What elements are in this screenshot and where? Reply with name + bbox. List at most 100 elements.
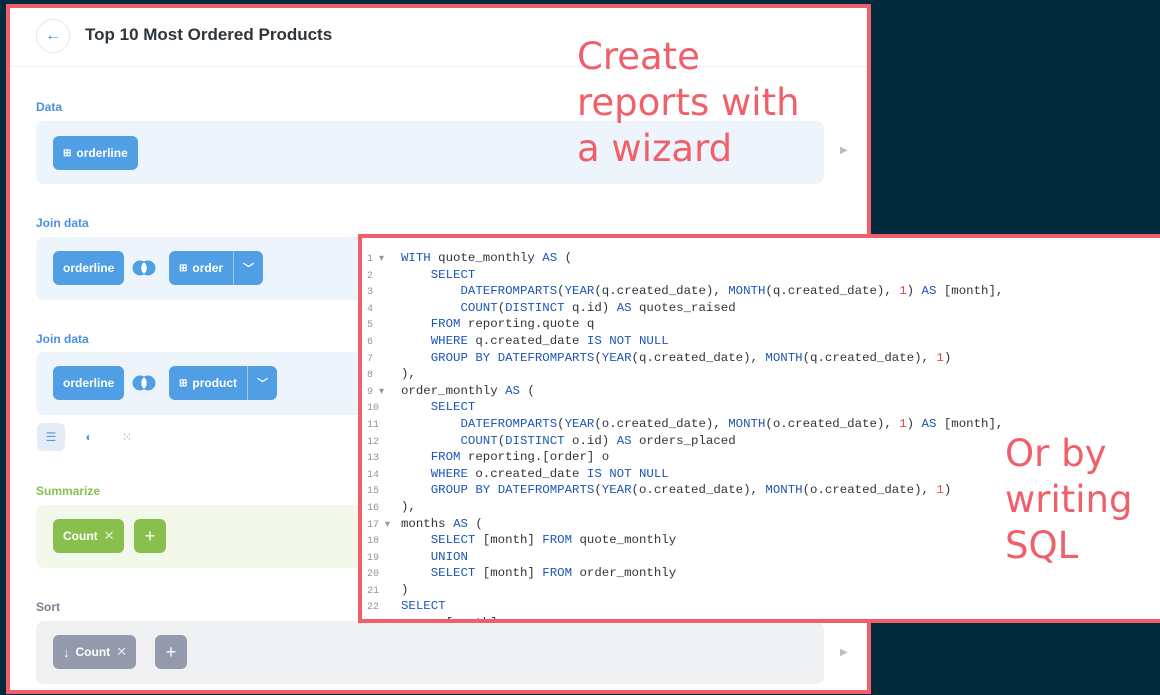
code-text: UNION: [430, 549, 468, 564]
code-text: ): [401, 582, 409, 597]
line-number: 16: [367, 502, 380, 514]
code-text: DATEFROMPARTS(YEAR(o.created_date), MONT…: [460, 416, 1004, 431]
join-right-label-1: order: [192, 261, 224, 275]
wizard-caption-line: reports with: [577, 81, 800, 124]
line-number: 23: [367, 618, 401, 619]
join-right-table-pill-2[interactable]: ⊞ product ﹀: [169, 366, 278, 400]
join-section-label-2: Join data: [36, 332, 89, 346]
code-line[interactable]: 7 GROUP BY DATEFROMPARTS(YEAR(q.created_…: [367, 351, 1160, 368]
line-number: 10: [367, 403, 380, 415]
line-number: 4: [367, 303, 374, 315]
code-line[interactable]: 23 m.[month]: [367, 616, 1160, 619]
sql-caption: Or by writing SQL: [1005, 431, 1132, 569]
line-number: 17 ▾: [367, 519, 391, 531]
summarize-section-label: Summarize: [36, 484, 101, 498]
code-line[interactable]: 10 SELECT: [367, 400, 1160, 417]
data-section-label: Data: [36, 100, 63, 114]
sort-field-label: Count: [75, 645, 111, 659]
filter-button[interactable]: ☰: [37, 423, 65, 451]
sql-editor-panel[interactable]: 1 ▾ WITH quote_monthly AS (2 SELECT 3 DATE…: [358, 234, 1160, 623]
line-number: 5: [367, 320, 374, 332]
join-type-icon[interactable]: [131, 258, 157, 278]
code-line[interactable]: 3 DATEFROMPARTS(YEAR(q.created_date), MO…: [367, 284, 1160, 301]
code-text: SELECT [month] FROM order_monthly: [430, 566, 677, 581]
line-number: 2: [367, 270, 374, 282]
preview-play-icon[interactable]: ▶: [840, 145, 848, 156]
line-number: 14: [367, 469, 380, 481]
join-left-table-pill-1[interactable]: orderline: [53, 251, 125, 285]
code-text: m.[month]: [401, 616, 498, 619]
line-number: 1 ▾: [367, 254, 385, 265]
code-line[interactable]: 4 COUNT(DISTINCT q.id) AS quotes_raised: [367, 301, 1160, 318]
grid-icon: ⊞: [179, 262, 188, 274]
summarize-metric-label: Count: [63, 529, 98, 543]
summarize-metric-pill[interactable]: Count ✕: [53, 519, 124, 553]
close-icon[interactable]: ✕: [104, 528, 124, 544]
code-text: WHERE o.created_date IS NOT NULL: [430, 466, 669, 481]
join-right-label-2: product: [192, 376, 238, 390]
code-line[interactable]: 2 SELECT: [367, 268, 1160, 285]
code-text: FROM reporting.[order] o: [430, 450, 610, 465]
sql-caption-line: Or by: [1005, 432, 1107, 475]
close-icon[interactable]: ✕: [116, 644, 136, 660]
code-text: DATEFROMPARTS(YEAR(q.created_date), MONT…: [460, 284, 1004, 299]
code-text: ),: [401, 367, 416, 382]
join-right-table-pill-1[interactable]: ⊞ order ﹀: [169, 251, 264, 285]
data-table-pill[interactable]: ⊞ orderline: [53, 136, 138, 170]
page-title: Top 10 Most Ordered Products: [85, 25, 333, 44]
preview-play-icon[interactable]: ▶: [840, 647, 848, 658]
line-number: 8: [367, 370, 374, 382]
line-number: 3: [367, 287, 374, 299]
line-number: 15: [367, 486, 380, 498]
join-left-table-pill-2[interactable]: orderline: [53, 366, 125, 400]
line-number: 22: [367, 602, 380, 614]
code-line[interactable]: 6 WHERE q.created_date IS NOT NULL: [367, 334, 1160, 351]
line-number: 7: [367, 353, 374, 365]
code-line[interactable]: 21): [367, 583, 1160, 600]
sort-pill[interactable]: ↓ Count ✕: [53, 635, 137, 669]
code-line[interactable]: 9 ▾ order_monthly AS (: [367, 384, 1160, 401]
join-section-label-1: Join data: [36, 216, 89, 230]
plus-icon: +: [165, 641, 177, 662]
code-text: GROUP BY DATEFROMPARTS(YEAR(q.created_da…: [430, 350, 952, 365]
back-button[interactable]: ←: [36, 19, 70, 53]
line-number: 12: [367, 436, 380, 448]
chevron-down-icon[interactable]: ﹀: [233, 251, 263, 285]
plus-icon: +: [144, 525, 156, 546]
code-text: order_monthly AS (: [401, 383, 535, 398]
code-text: months AS (: [401, 516, 483, 531]
join-left-label-1: orderline: [63, 261, 115, 275]
grid-icon: ⊞: [63, 147, 72, 159]
line-number: 13: [367, 453, 380, 465]
code-text: SELECT [month] FROM quote_monthly: [430, 533, 677, 548]
add-join-button[interactable]: ◐: [75, 423, 103, 451]
line-number: 6: [367, 336, 374, 348]
join-type-icon[interactable]: [131, 373, 157, 393]
grid-icon: ⊞: [179, 377, 188, 389]
code-text: FROM reporting.quote q: [430, 317, 595, 332]
add-sort-button[interactable]: +: [155, 635, 187, 669]
code-line[interactable]: 5 FROM reporting.quote q: [367, 317, 1160, 334]
line-number: 19: [367, 552, 380, 564]
line-number: 18: [367, 536, 380, 548]
add-summarize-button[interactable]: +: [134, 519, 166, 553]
code-text: WHERE q.created_date IS NOT NULL: [430, 333, 669, 348]
join-icon: ◐: [85, 430, 93, 444]
line-number: 21: [367, 585, 380, 597]
sql-caption-line: SQL: [1005, 524, 1079, 567]
code-line[interactable]: 1 ▾ WITH quote_monthly AS (: [367, 251, 1160, 268]
code-line[interactable]: 22 SELECT: [367, 599, 1160, 616]
line-number: 9 ▾: [367, 386, 385, 398]
code-line[interactable]: 8),: [367, 367, 1160, 384]
line-number: 20: [367, 569, 380, 581]
chevron-down-icon[interactable]: ﹀: [247, 366, 277, 400]
code-text: COUNT(DISTINCT q.id) AS quotes_raised: [460, 300, 736, 315]
code-text: SELECT: [430, 267, 476, 282]
wizard-caption-line: a wizard: [577, 127, 733, 170]
custom-column-button[interactable]: ⁙: [113, 423, 141, 451]
arrow-left-icon: ←: [45, 27, 61, 44]
grid-plus-icon: ⁙: [121, 430, 133, 444]
code-text: GROUP BY DATEFROMPARTS(YEAR(o.created_da…: [430, 483, 952, 498]
data-table-label: orderline: [76, 146, 128, 160]
wizard-caption: Create reports with a wizard: [577, 34, 800, 172]
